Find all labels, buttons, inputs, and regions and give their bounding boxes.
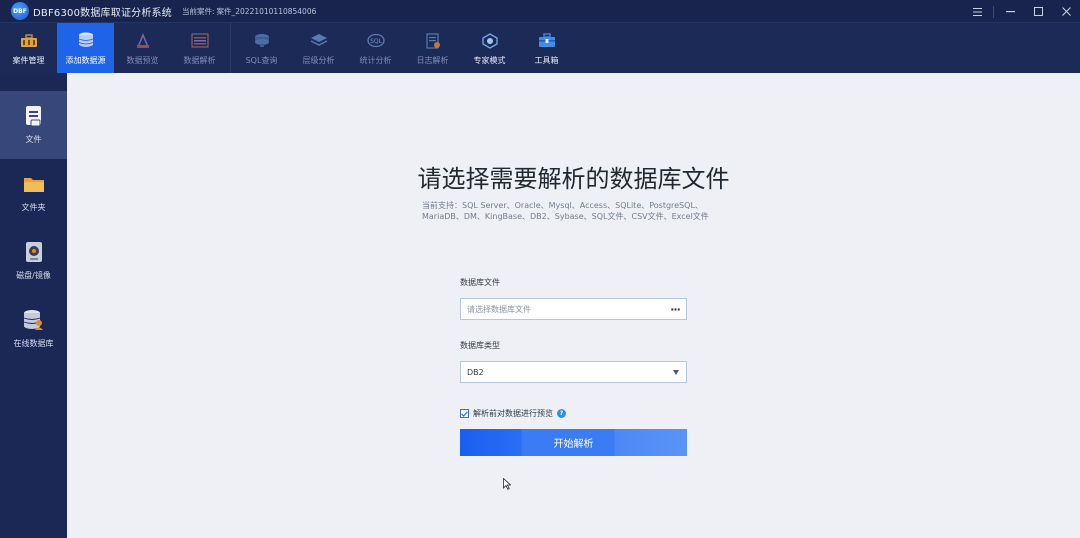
toolbar-data-preview[interactable]: 数据预览 <box>114 23 171 73</box>
db-type-label: 数据库类型 <box>460 341 500 350</box>
toolbar-toolbox[interactable]: 工具箱 <box>518 23 575 73</box>
toolbar-label: 数据预览 <box>126 56 159 65</box>
database-add-icon <box>76 32 96 49</box>
supported-formats-text: 当前支持：SQL Server、Oracle、Mysql、Access、SQLi… <box>422 201 709 221</box>
toolbar-data-parse[interactable]: 数据解析 <box>171 23 228 73</box>
mouse-cursor-icon <box>503 478 511 490</box>
toolbox-icon <box>537 32 557 49</box>
window-controls <box>963 0 1080 23</box>
toolbar-label: 数据解析 <box>183 56 216 65</box>
toolbar-label: 统计分析 <box>359 56 392 65</box>
toolbar-label: 层级分析 <box>302 56 335 65</box>
app-title: DBF6300数据库取证分析系统 <box>33 7 172 19</box>
disk-icon <box>23 241 45 263</box>
title-bar: DBF DBF6300数据库取证分析系统 当前案件: 案件_2022101011… <box>0 0 1080 23</box>
page-title: 请选择需要解析的数据库文件 <box>417 165 730 193</box>
minimize-icon[interactable] <box>996 0 1024 23</box>
preview-checkbox[interactable] <box>460 409 469 418</box>
current-case-label: 当前案件: <box>181 6 215 16</box>
toolbar-case-management[interactable]: 案件管理 <box>0 23 57 73</box>
sidebar-item-label: 文件 <box>25 135 42 144</box>
toolbar-label: 添加数据源 <box>65 56 106 65</box>
svg-text:SQL: SQL <box>370 38 383 45</box>
toolbar-label: 工具箱 <box>534 56 559 65</box>
maximize-icon[interactable] <box>1024 0 1052 23</box>
close-icon[interactable] <box>1052 0 1080 23</box>
sidebar-item-label: 文件夹 <box>21 203 46 212</box>
start-parse-button[interactable]: 开始解析 <box>460 429 687 456</box>
briefcase-icon <box>19 32 39 49</box>
sidebar-item-online-database[interactable]: 在线数据库 <box>0 295 67 363</box>
preview-option: 解析前对数据进行预览 ? <box>460 408 566 419</box>
toolbar-sql-query[interactable]: SQL查询 <box>233 23 290 73</box>
log-icon <box>423 32 443 49</box>
menu-icon[interactable] <box>963 0 991 23</box>
current-case-value: 案件_20221010110854006 <box>216 6 317 16</box>
file-icon <box>23 105 45 127</box>
db-file-label: 数据库文件 <box>460 278 500 287</box>
preview-checkbox-label[interactable]: 解析前对数据进行预览 <box>473 408 553 419</box>
online-database-icon <box>23 309 45 331</box>
sidebar-item-file[interactable]: 文件 <box>0 91 67 159</box>
statistics-icon: SQL <box>366 32 386 49</box>
db-type-value: DB2 <box>467 367 484 377</box>
parse-icon <box>190 32 210 49</box>
toolbar-statistics[interactable]: SQL 统计分析 <box>347 23 404 73</box>
titlebar-divider <box>993 5 994 18</box>
app-logo: DBF <box>11 2 29 20</box>
layer-icon <box>309 32 329 49</box>
toolbar-label: 案件管理 <box>12 56 45 65</box>
toolbar-add-datasource[interactable]: 添加数据源 <box>57 23 114 73</box>
sidebar-item-label: 磁盘/镜像 <box>16 271 51 280</box>
toolbar-expert-mode[interactable]: 专家模式 <box>461 23 518 73</box>
preview-icon <box>133 32 153 49</box>
sidebar-item-disk-image[interactable]: 磁盘/镜像 <box>0 227 67 295</box>
sql-query-icon <box>252 32 272 49</box>
toolbar-label: SQL查询 <box>245 56 278 65</box>
sidebar-item-folder[interactable]: 文件夹 <box>0 159 67 227</box>
chevron-down-icon[interactable] <box>673 369 679 375</box>
folder-icon <box>23 173 45 195</box>
toolbar-layer-analysis[interactable]: 层级分析 <box>290 23 347 73</box>
main-panel: 请选择需要解析的数据库文件 当前支持：SQL Server、Oracle、Mys… <box>67 73 1080 538</box>
toolbar-log-parse[interactable]: 日志解析 <box>404 23 461 73</box>
main-toolbar: 案件管理 添加数据源 数据预览 数据解析 SQL查询 层级分析 SQL 统计分析… <box>0 23 1080 73</box>
toolbar-divider <box>230 23 231 73</box>
db-type-select[interactable]: DB2 <box>460 361 687 383</box>
help-icon[interactable]: ? <box>557 409 566 418</box>
db-file-input[interactable]: 请选择数据库文件 ··· <box>460 298 687 320</box>
browse-icon[interactable]: ··· <box>664 303 686 316</box>
sidebar-item-label: 在线数据库 <box>13 339 54 348</box>
source-type-sidebar: 文件 文件夹 磁盘/镜像 在线数据库 <box>0 73 67 538</box>
toolbar-label: 专家模式 <box>473 56 506 65</box>
expert-icon <box>480 32 500 49</box>
db-file-placeholder: 请选择数据库文件 <box>467 304 531 314</box>
toolbar-label: 日志解析 <box>416 56 449 65</box>
